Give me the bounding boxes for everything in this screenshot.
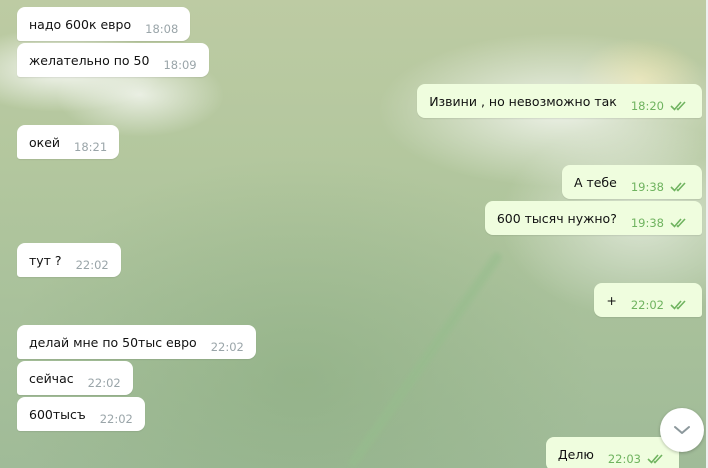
incoming-message[interactable]: делай мне по 50тыс евро 22:02 [17, 325, 256, 359]
message-text: Извини , но невозможно так [429, 93, 617, 109]
message-text: 600тысъ [29, 406, 86, 422]
background-decoration [346, 250, 504, 468]
outgoing-message[interactable]: 600 тысяч нужно? 19:38 [484, 201, 702, 235]
outgoing-message[interactable]: + 22:02 [594, 283, 702, 317]
incoming-message[interactable]: 600тысъ 22:02 [17, 397, 145, 431]
message-text: окей [29, 134, 61, 150]
incoming-message[interactable]: надо 600к евро 18:08 [17, 7, 191, 41]
message-text: 600 тысяч нужно? [496, 210, 617, 226]
double-check-icon [647, 454, 663, 464]
incoming-message[interactable]: окей 18:21 [17, 125, 120, 159]
incoming-message[interactable]: желательно по 50 18:09 [17, 43, 209, 77]
message-text: сейчас [29, 370, 74, 386]
message-text: А тебе [573, 174, 617, 190]
message-time: 18:08 [145, 22, 179, 36]
double-check-icon [670, 182, 686, 192]
message-text: желательно по 50 [29, 52, 150, 68]
double-check-icon [670, 300, 686, 310]
message-time: 18:20 [630, 99, 664, 113]
incoming-message[interactable]: сейчас 22:02 [17, 361, 133, 395]
message-text: + [606, 292, 617, 308]
message-time: 18:09 [163, 58, 197, 72]
message-time: 22:02 [210, 340, 244, 354]
message-time: 22:02 [75, 258, 109, 272]
double-check-icon [670, 218, 686, 228]
message-text: делай мне по 50тыс евро [29, 334, 197, 350]
message-time: 19:38 [630, 180, 664, 194]
message-text: надо 600к евро [29, 16, 132, 32]
incoming-message[interactable]: тут ? 22:02 [17, 243, 121, 277]
chat-history[interactable]: надо 600к евро 18:08 желательно по 50 18… [0, 0, 708, 468]
message-time: 22:02 [99, 412, 133, 426]
outgoing-message[interactable]: Извини , но невозможно так 18:20 [417, 84, 702, 118]
message-text: Делю [557, 446, 594, 462]
chevron-down-icon [674, 426, 690, 434]
scroll-down-button[interactable] [660, 408, 704, 452]
message-time: 22:02 [87, 376, 121, 390]
message-time: 22:02 [630, 298, 664, 312]
message-time: 22:03 [607, 452, 641, 466]
outgoing-message[interactable]: Делю 22:03 [545, 437, 679, 468]
message-time: 18:21 [74, 140, 108, 154]
message-time: 19:38 [630, 216, 664, 230]
outgoing-message[interactable]: А тебе 19:38 [561, 165, 702, 199]
message-text: тут ? [29, 252, 62, 268]
double-check-icon [670, 101, 686, 111]
